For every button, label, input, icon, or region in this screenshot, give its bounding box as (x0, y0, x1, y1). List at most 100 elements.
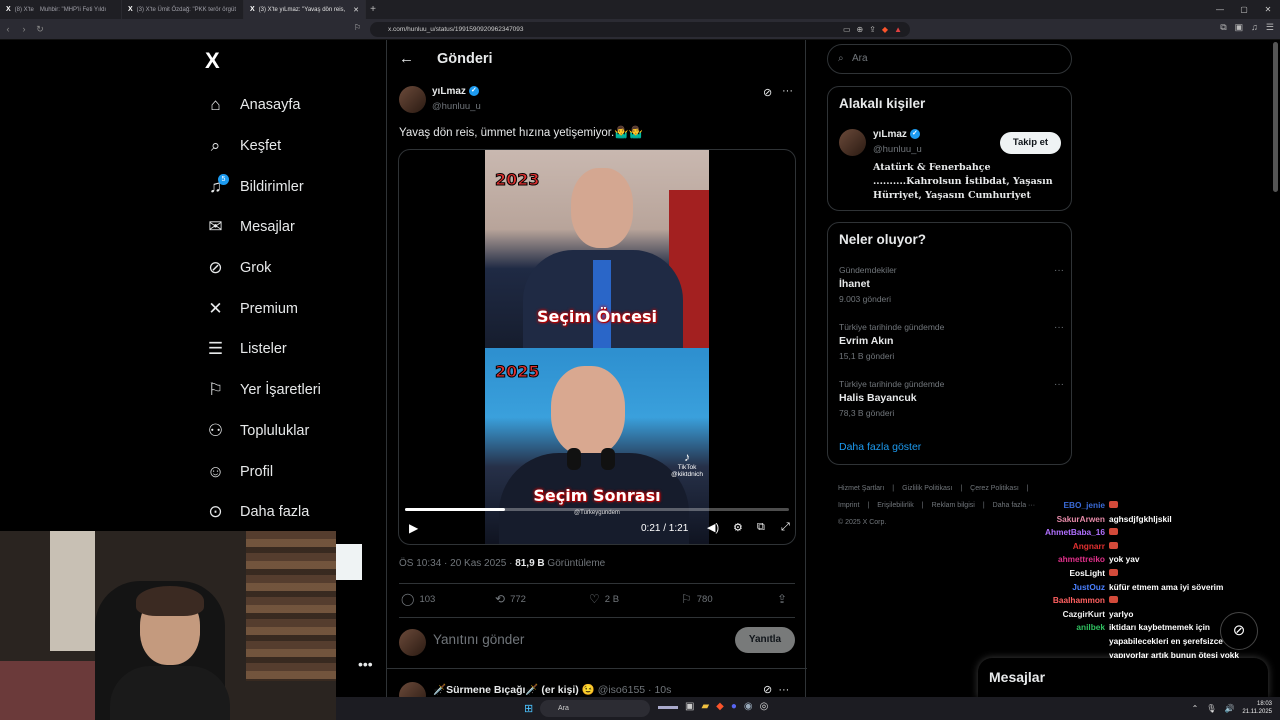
footer-link[interactable]: Çerez Politikası (970, 485, 1019, 492)
browser-tab-active[interactable]: X (3) X'te yıLmaz: "Yavaş dön reis, ✕ (244, 0, 366, 19)
messages-drawer[interactable]: Mesajlar (978, 658, 1268, 698)
chat-username: AhmetBaba_16 (1045, 527, 1105, 538)
footer-link[interactable]: Hizmet Şartları (838, 485, 884, 492)
sidebar-item-notifications[interactable]: ♫ 5 Bildirimler (205, 166, 321, 207)
brave-browser-icon[interactable]: ◆ (716, 701, 724, 712)
sidebar-item-more[interactable]: ⊙ Daha fazla (205, 492, 321, 533)
trend-item[interactable]: Gündemdekiler İhanet 9.003 gönderi ··· (839, 265, 1064, 304)
x-favicon-icon: X (250, 6, 255, 13)
fullscreen-icon[interactable]: ⤢ (781, 521, 790, 534)
footer-link[interactable]: Gizlilik Politikası (902, 485, 952, 492)
media-icon[interactable]: ♫ (1251, 22, 1258, 33)
post-author-name[interactable]: yıLmaz ✓ (432, 86, 479, 97)
new-tab-button[interactable]: + (366, 4, 380, 15)
reply-button[interactable]: ◯ 103 (401, 592, 435, 606)
browser-tab-bar: X (8) X'te ⠀Muhbir: "MHP'li Feti Yıldı X(… (0, 0, 1280, 19)
grok-explain-icon[interactable]: ⊘ (763, 86, 772, 99)
volume-icon[interactable]: ◀) (707, 521, 719, 534)
share-icon[interactable]: ⇪ (869, 22, 876, 37)
speaker-icon[interactable]: 🔊 (1224, 704, 1234, 713)
settings-icon[interactable]: ⚙ (733, 521, 743, 534)
footer-link[interactable]: Reklam bilgisi (932, 502, 975, 509)
more-options-icon[interactable]: ··· (1054, 322, 1064, 333)
avatar[interactable] (399, 86, 426, 113)
reply-submit-button[interactable]: Yanıtla (735, 627, 795, 653)
close-window-icon[interactable]: ✕ (1256, 0, 1280, 19)
mic-icon[interactable]: 🎙 (1206, 704, 1216, 713)
extensions-icon[interactable]: ⧉ (1220, 22, 1226, 33)
more-options-icon[interactable]: ··· (1054, 379, 1064, 390)
sidebar-item-messages[interactable]: ✉ Mesajlar (205, 207, 321, 248)
avatar[interactable] (839, 129, 866, 156)
follow-button[interactable]: Takip et (1000, 132, 1061, 154)
related-handle[interactable]: @hunluu_u (873, 144, 922, 155)
footer-link[interactable]: Imprint (838, 502, 859, 509)
landscape-widget-icon[interactable]: ▬▬ (658, 701, 678, 712)
discord-icon[interactable]: ● (731, 701, 737, 712)
grok-explain-icon[interactable]: ⊘ (763, 684, 772, 696)
play-icon[interactable]: ▶ (409, 521, 418, 535)
cast-icon[interactable]: ▭ (843, 22, 851, 37)
tray-chevron-icon[interactable]: ⌃ (1192, 704, 1199, 713)
post-timestamp[interactable]: ÖS 10:34 · 20 Kas 2025 · (399, 558, 515, 569)
related-name[interactable]: yıLmaz ✓ (873, 129, 920, 140)
browser-tab[interactable]: X (8) X'te ⠀Muhbir: "MHP'li Feti Yıldı (0, 0, 122, 19)
search-input[interactable]: ⌕ Ara (827, 44, 1072, 74)
sidebar-item-lists[interactable]: ☰ Listeler (205, 329, 321, 370)
restore-icon[interactable]: ▢ (1232, 0, 1256, 19)
show-more-link[interactable]: Daha fazla göster (839, 441, 921, 453)
footer-link[interactable]: Erişilebilirlik (877, 502, 914, 509)
bookmark-page-icon[interactable]: ⚐ (354, 23, 361, 32)
footer-sep: | (921, 502, 924, 509)
forward-nav-icon[interactable]: › (16, 24, 32, 34)
sidebar-item-explore[interactable]: ⌕ Keşfet (205, 126, 321, 167)
grok-floating-button[interactable]: ⊘ (1220, 612, 1258, 650)
brave-shield-icon[interactable]: ◆ (882, 22, 888, 37)
task-view-icon[interactable]: ▣ (685, 701, 694, 712)
address-bar[interactable]: x.com/hunluu_u/status/199159092096234709… (370, 21, 910, 37)
reply-input[interactable]: Yanıtını gönder (433, 632, 524, 647)
taskbar-search[interactable]: Ara (540, 700, 650, 717)
browser-tab[interactable]: X (3) X'te Ümit Özdağ: "PKK terör örgüt (122, 0, 244, 19)
reload-icon[interactable]: ↻ (32, 24, 48, 35)
share-button[interactable]: ⇪ (777, 592, 787, 606)
clock[interactable]: 18:03 21.11.2025 (1242, 700, 1272, 716)
sidebar-item-grok[interactable]: ⊘ Grok (205, 248, 321, 289)
wallet-icon[interactable]: ▣ (1235, 22, 1244, 33)
file-explorer-icon[interactable]: ▰ (701, 701, 709, 712)
brave-rewards-icon[interactable]: ▲ (894, 22, 902, 37)
more-options-icon[interactable]: ··· (782, 85, 793, 97)
trend-item[interactable]: Türkiye tarihinde gündemde Evrim Akın 15… (839, 322, 1064, 361)
trend-item[interactable]: Türkiye tarihinde gündemde Halis Bayancu… (839, 379, 1064, 418)
sidebar-item-communities[interactable]: ⚇ Topluluklar (205, 411, 321, 452)
video-progress-bar[interactable] (405, 508, 789, 511)
more-options-icon[interactable]: ··· (778, 684, 789, 696)
reply-author[interactable]: 🗡️Sürmene Bıçağı🗡️ (er kişi) 😉 @iso6155 … (433, 683, 671, 696)
windows-start-icon[interactable]: ⊞ (524, 702, 533, 715)
like-button[interactable]: ♡ 2 B (589, 592, 619, 606)
sidebar-item-bookmarks[interactable]: ⚐ Yer İşaretleri (205, 370, 321, 411)
minimize-icon[interactable]: — (1208, 0, 1232, 19)
menu-icon[interactable]: ☰ (1266, 22, 1274, 33)
sidebar-item-home[interactable]: ⌂ Anasayfa (205, 85, 321, 126)
back-arrow-icon[interactable]: ← (399, 50, 414, 67)
repost-button[interactable]: ⟲ 772 (495, 592, 526, 606)
x-logo[interactable]: X (205, 48, 220, 74)
bookmark-button[interactable]: ⚐ 780 (681, 592, 713, 606)
sidebar-item-profile[interactable]: ☺ Profil (205, 451, 321, 492)
back-nav-icon[interactable]: ‹ (0, 24, 16, 34)
bookmark-count: 780 (696, 593, 713, 605)
post-author-handle[interactable]: @hunluu_u (432, 101, 481, 112)
close-tab-icon[interactable]: ✕ (353, 6, 359, 14)
sidebar-item-premium[interactable]: ✕ Premium (205, 288, 321, 329)
obs-icon[interactable]: ◎ (760, 701, 769, 712)
scrollbar[interactable] (1273, 42, 1278, 192)
zoom-icon[interactable]: ⊕ (857, 22, 864, 37)
video-player[interactable]: 2023 Seçim Öncesi 2025 Seçim Sonrası @Tu… (398, 149, 796, 545)
more-options-icon[interactable]: ··· (1054, 265, 1064, 276)
steam-icon[interactable]: ◉ (744, 701, 753, 712)
account-menu-icon[interactable]: ••• (358, 656, 373, 672)
pip-icon[interactable]: ⧉ (757, 521, 765, 534)
video-progress-fill (405, 508, 505, 511)
sidebar-item-label: Mesajlar (240, 219, 295, 236)
